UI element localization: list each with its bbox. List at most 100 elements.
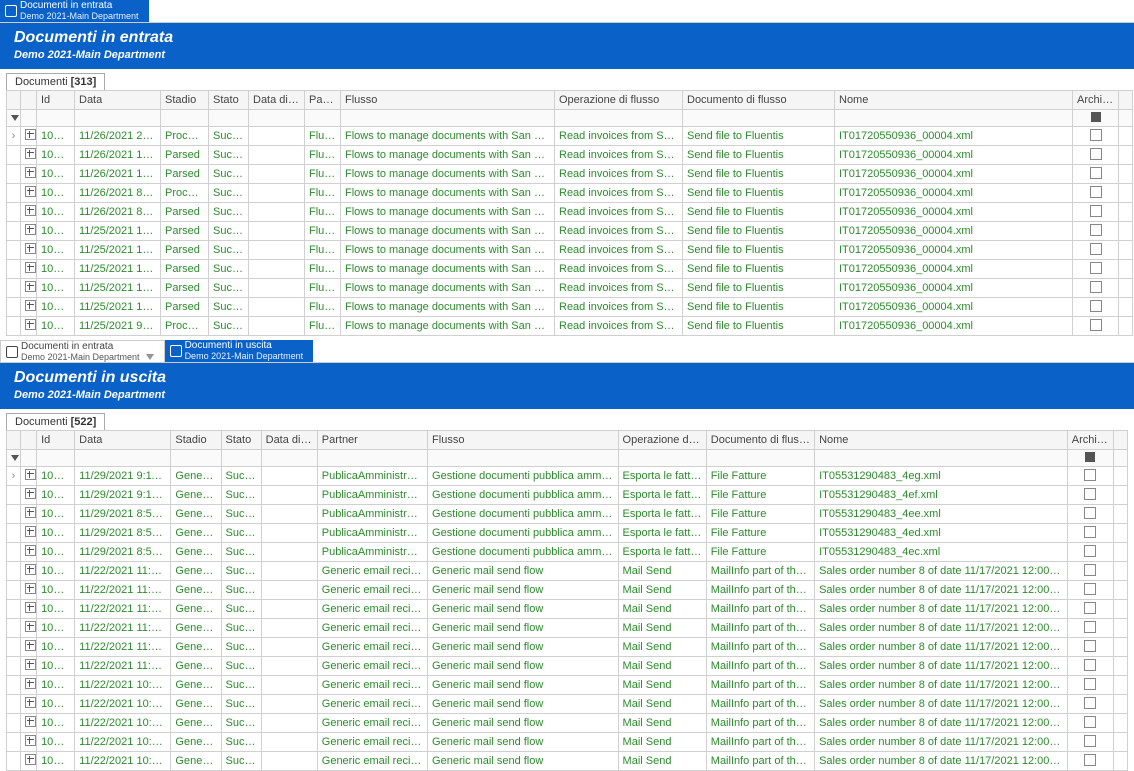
filter-doc[interactable] [683, 110, 835, 127]
expand-button[interactable] [21, 581, 37, 600]
col-stato[interactable]: Stato [209, 91, 249, 110]
cell-archiviato[interactable] [1067, 524, 1113, 543]
expand-button[interactable] [21, 146, 37, 165]
table-row[interactable]: 10557911/26/2021 8:32 AMParsedSuccessFlu… [7, 203, 1133, 222]
pin-icon[interactable] [146, 354, 154, 360]
col-flusso[interactable]: Flusso [428, 431, 619, 450]
filter-archiviato-icon[interactable] [1085, 452, 1095, 462]
table-row[interactable]: 10555411/22/2021 11:16 AMGeneratedSucces… [7, 619, 1128, 638]
table-row[interactable]: 10558211/26/2021 1:56 PMParsedSuccessFlu… [7, 146, 1133, 165]
grid-tab-documenti[interactable]: Documenti [313] [6, 73, 105, 90]
table-row[interactable]: ›10558811/29/2021 9:11 AMGeneratedSucces… [7, 467, 1128, 486]
expand-button[interactable] [21, 600, 37, 619]
cell-archiviato[interactable] [1067, 543, 1113, 562]
table-row[interactable]: 10554911/22/2021 10:49 AMGeneratedSucces… [7, 714, 1128, 733]
col-expand[interactable] [21, 91, 37, 110]
col-data-invio[interactable]: Data di invio [261, 431, 317, 450]
cell-archiviato[interactable] [1067, 581, 1113, 600]
col-stato[interactable]: Stato [221, 431, 261, 450]
table-row[interactable]: 10557411/25/2021 10:07 AMParsedSuccessFl… [7, 298, 1133, 317]
expand-button[interactable] [21, 203, 37, 222]
cell-archiviato[interactable] [1067, 676, 1113, 695]
filter-stato[interactable] [221, 450, 261, 467]
filter-invio[interactable] [249, 110, 305, 127]
filter-invio[interactable] [261, 450, 317, 467]
table-row[interactable]: 10558611/29/2021 8:58 AMGeneratedSuccess… [7, 505, 1128, 524]
tab-documenti-entrata-2[interactable]: Documenti in entrata Demo 2021-Main Depa… [0, 340, 165, 362]
filter-stato[interactable] [209, 110, 249, 127]
table-row[interactable]: 10554711/22/2021 10:40 AMGeneratedSucces… [7, 752, 1128, 771]
expand-button[interactable] [21, 279, 37, 298]
table-row[interactable]: 10555511/22/2021 11:21 AMGeneratedSucces… [7, 600, 1128, 619]
grid-tab-documenti-bottom[interactable]: Documenti [522] [6, 413, 105, 430]
col-operazione[interactable]: Operazione di flusso [618, 431, 706, 450]
cell-archiviato[interactable] [1067, 505, 1113, 524]
expand-button[interactable] [21, 486, 37, 505]
table-row[interactable]: 10555611/22/2021 11:22 AMGeneratedSucces… [7, 581, 1128, 600]
table-row[interactable]: 10557711/25/2021 10:17 AMParsedSuccessFl… [7, 241, 1133, 260]
filter-op[interactable] [618, 450, 706, 467]
filter-stadio[interactable] [171, 450, 221, 467]
table-row[interactable]: 10555311/22/2021 11:13 AMGeneratedSucces… [7, 638, 1128, 657]
filter-id[interactable] [37, 450, 75, 467]
expand-button[interactable] [21, 638, 37, 657]
col-partner[interactable]: Partner [317, 431, 427, 450]
col-archiviato[interactable]: Archiviato [1067, 431, 1113, 450]
col-rowselector[interactable] [7, 431, 21, 450]
expand-button[interactable] [21, 298, 37, 317]
filter-partner[interactable] [317, 450, 427, 467]
filter-archiviato-icon[interactable] [1091, 112, 1101, 122]
cell-archiviato[interactable] [1073, 184, 1119, 203]
col-documento[interactable]: Documento di flusso [683, 91, 835, 110]
cell-archiviato[interactable] [1067, 695, 1113, 714]
col-data[interactable]: Data [75, 431, 171, 450]
expand-button[interactable] [21, 695, 37, 714]
cell-archiviato[interactable] [1073, 241, 1119, 260]
expand-button[interactable] [21, 222, 37, 241]
cell-archiviato[interactable] [1073, 146, 1119, 165]
tab-documenti-uscita[interactable]: Documenti in uscita Demo 2021-Main Depar… [165, 340, 314, 362]
table-row[interactable]: 10558411/29/2021 8:50 AMGeneratedSuccess… [7, 543, 1128, 562]
expand-button[interactable] [21, 619, 37, 638]
cell-archiviato[interactable] [1073, 203, 1119, 222]
filter-data[interactable] [75, 110, 161, 127]
expand-button[interactable] [21, 260, 37, 279]
cell-archiviato[interactable] [1067, 600, 1113, 619]
cell-archiviato[interactable] [1073, 317, 1119, 336]
expand-button[interactable] [21, 467, 37, 486]
cell-archiviato[interactable] [1067, 714, 1113, 733]
col-nome[interactable]: Nome [835, 91, 1073, 110]
table-row[interactable]: 10557511/25/2021 10:09 AMParsedSuccessFl… [7, 279, 1133, 298]
table-row[interactable]: 10555111/22/2021 10:59 AMGeneratedSucces… [7, 676, 1128, 695]
table-row[interactable]: 10555211/22/2021 11:02 AMGeneratedSucces… [7, 657, 1128, 676]
expand-button[interactable] [21, 241, 37, 260]
table-row[interactable]: 10558111/26/2021 12:11 PMParsedSuccessFl… [7, 165, 1133, 184]
col-id[interactable]: Id [37, 91, 75, 110]
expand-button[interactable] [21, 657, 37, 676]
cell-archiviato[interactable] [1073, 222, 1119, 241]
expand-button[interactable] [21, 184, 37, 203]
table-row[interactable]: 10557311/25/2021 9:41 AMProcessedSuccess… [7, 317, 1133, 336]
cell-archiviato[interactable] [1073, 260, 1119, 279]
table-row[interactable]: 10558711/29/2021 9:10 AMGeneratedSuccess… [7, 486, 1128, 505]
expand-button[interactable] [21, 714, 37, 733]
table-row[interactable]: 10558011/26/2021 8:40 AMProcessedSuccess… [7, 184, 1133, 203]
cell-archiviato[interactable] [1067, 467, 1113, 486]
cell-archiviato[interactable] [1067, 486, 1113, 505]
cell-archiviato[interactable] [1067, 638, 1113, 657]
col-expand[interactable] [21, 431, 37, 450]
cell-archiviato[interactable] [1067, 562, 1113, 581]
cell-archiviato[interactable] [1067, 752, 1113, 771]
cell-archiviato[interactable] [1067, 733, 1113, 752]
filter-flusso[interactable] [341, 110, 555, 127]
expand-button[interactable] [21, 752, 37, 771]
table-row[interactable]: 10555011/22/2021 10:56 AMGeneratedSucces… [7, 695, 1128, 714]
expand-button[interactable] [21, 165, 37, 184]
table-row[interactable]: 10555711/22/2021 11:29 AMGeneratedSucces… [7, 562, 1128, 581]
col-nome[interactable]: Nome [815, 431, 1068, 450]
filter-flusso[interactable] [428, 450, 619, 467]
filter-op[interactable] [555, 110, 683, 127]
col-rowselector[interactable] [7, 91, 21, 110]
table-row[interactable]: 10557811/25/2021 10:27 AMParsedSuccessFl… [7, 222, 1133, 241]
col-stadio[interactable]: Stadio [161, 91, 209, 110]
